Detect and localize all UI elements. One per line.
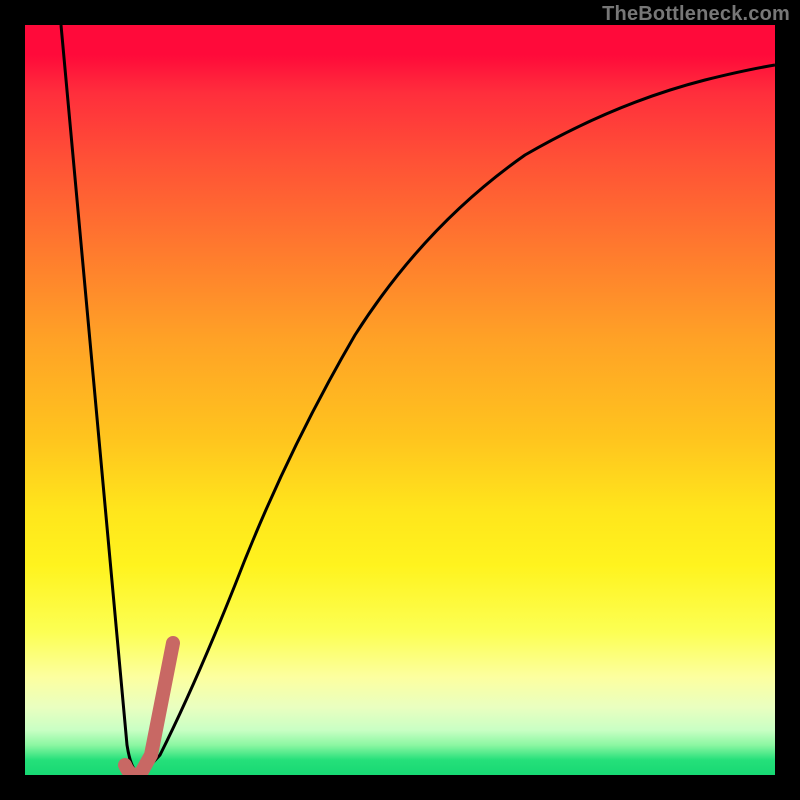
chart-svg — [25, 25, 775, 775]
chart-frame: TheBottleneck.com — [0, 0, 800, 800]
highlight-segment — [125, 643, 173, 775]
watermark-text: TheBottleneck.com — [602, 3, 790, 26]
chart-plot-area — [25, 25, 775, 775]
